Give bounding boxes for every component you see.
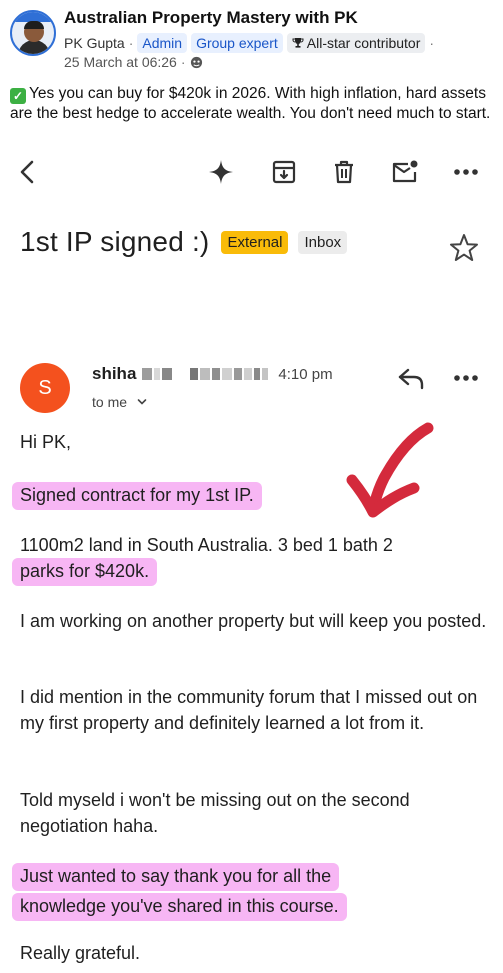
trophy-icon bbox=[292, 38, 304, 48]
group-privacy-icon bbox=[190, 56, 202, 68]
more-options-button[interactable] bbox=[448, 154, 484, 190]
trash-icon bbox=[335, 160, 353, 184]
highlight: parks for $420k. bbox=[12, 558, 158, 586]
highlight: knowledge you've shared in this course. bbox=[12, 893, 347, 921]
email-para-2: 1100m2 land in South Australia. 3 bed 1 … bbox=[12, 532, 490, 586]
post-text: ✓ Yes you can buy for $420k in 2026. With… bbox=[10, 85, 491, 122]
email-para-5: Told myseld i won't be missing out on th… bbox=[20, 790, 410, 836]
chevron-left-icon bbox=[20, 160, 34, 184]
recipient-label: to me bbox=[92, 394, 128, 410]
annotation-arrow-icon bbox=[346, 422, 434, 518]
author-meta: PK Gupta · Admin Group expert All-star c… bbox=[64, 33, 435, 53]
mail-unread-icon bbox=[392, 160, 418, 183]
email-para-6: Just wanted to say thank you for all the… bbox=[12, 863, 490, 921]
author-name[interactable]: PK Gupta bbox=[64, 35, 125, 51]
highlight: Signed contract for my 1st IP. bbox=[12, 482, 262, 510]
facebook-post-header: Australian Property Mastery with PK PK G… bbox=[0, 0, 503, 80]
star-outline-icon bbox=[450, 234, 478, 261]
all-star-badge: All-star contributor bbox=[286, 33, 426, 53]
post-date: 25 March at 06:26 · bbox=[64, 54, 203, 70]
mark-unread-button[interactable] bbox=[387, 154, 423, 190]
message-more-button[interactable] bbox=[450, 364, 482, 392]
highlight: Just wanted to say thank you for all the bbox=[12, 863, 340, 891]
star-button[interactable] bbox=[448, 232, 480, 264]
admin-badge: Admin bbox=[137, 33, 188, 53]
delete-button[interactable] bbox=[326, 154, 362, 190]
group-name[interactable]: Australian Property Mastery with PK bbox=[64, 8, 358, 28]
subject-title: 1st IP signed :) bbox=[20, 226, 210, 257]
recipient-details[interactable]: to me bbox=[92, 394, 147, 410]
sender-row: shiha 4:10 pm bbox=[92, 363, 333, 385]
email-toolbar bbox=[0, 150, 503, 194]
gemini-button[interactable] bbox=[203, 154, 239, 190]
external-label: External bbox=[221, 230, 289, 254]
inbox-label[interactable]: Inbox bbox=[298, 230, 348, 254]
email-para-3: I am working on another property but wil… bbox=[20, 611, 487, 631]
archive-icon bbox=[272, 160, 296, 184]
chevron-down-icon bbox=[137, 399, 147, 405]
reply-button[interactable] bbox=[396, 364, 428, 392]
archive-button[interactable] bbox=[266, 154, 302, 190]
more-horizontal-icon bbox=[454, 169, 478, 175]
email-subject: 1st IP signed :) External Inbox bbox=[20, 226, 348, 258]
sender-name[interactable]: shiha bbox=[92, 364, 136, 384]
reply-icon bbox=[398, 368, 424, 390]
email-para-4: I did mention in the community forum tha… bbox=[20, 687, 478, 733]
back-button[interactable] bbox=[10, 154, 46, 190]
redacted-name bbox=[142, 368, 269, 380]
more-horizontal-icon bbox=[454, 375, 478, 381]
email-closing: Really grateful. bbox=[20, 943, 141, 963]
sparkle-icon bbox=[209, 160, 233, 184]
group-expert-badge: Group expert bbox=[191, 33, 283, 53]
check-mark-icon: ✓ bbox=[10, 88, 26, 104]
email-time: 4:10 pm bbox=[278, 365, 333, 383]
author-avatar[interactable] bbox=[10, 10, 56, 56]
sender-avatar[interactable]: S bbox=[20, 363, 70, 413]
